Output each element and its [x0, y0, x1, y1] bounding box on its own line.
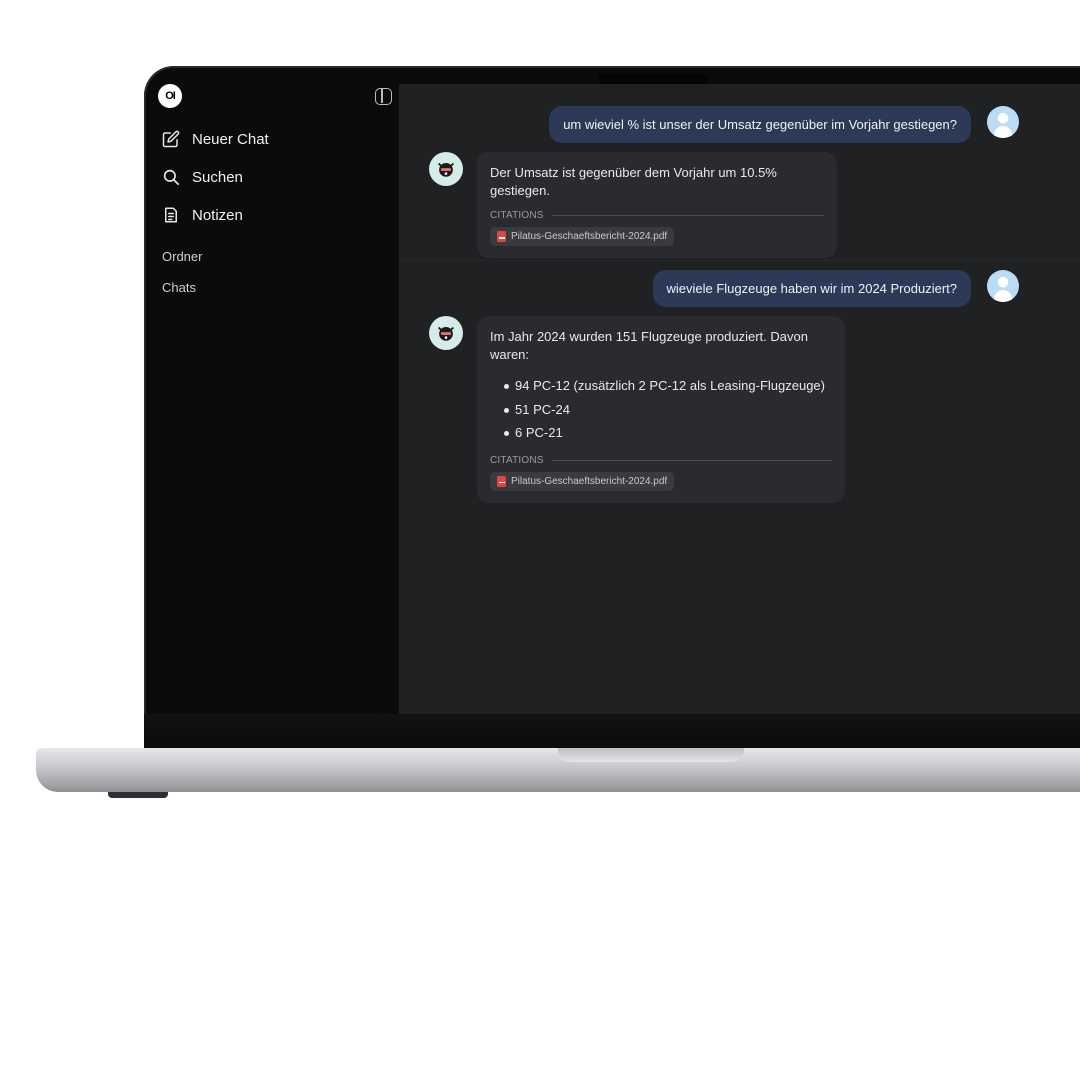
list-item: 6 PC-21	[490, 421, 832, 445]
sidebar-item-label: Suchen	[192, 168, 243, 186]
message-divider	[399, 260, 1080, 261]
app-screen: OI Neuer Chat Suchen Notizen Ordner Chat…	[158, 84, 1080, 714]
screen-bezel-bottom	[144, 714, 1080, 750]
user-avatar[interactable]	[987, 106, 1019, 138]
bot-face-icon	[438, 162, 454, 177]
section-chats[interactable]: Chats	[162, 280, 196, 295]
citations-header: CITATIONS	[490, 210, 824, 221]
assistant-avatar	[429, 316, 463, 350]
sidebar: OI Neuer Chat Suchen Notizen Ordner Chat…	[158, 84, 399, 714]
bot-face-icon	[438, 326, 454, 341]
user-avatar[interactable]	[987, 270, 1019, 302]
assistant-message: Der Umsatz ist gegenüber dem Vorjahr um …	[477, 152, 837, 258]
citations-label: CITATIONS	[490, 454, 544, 466]
list-item: 94 PC-12 (zusätzlich 2 PC-12 als Leasing…	[490, 374, 832, 398]
citations-header: CITATIONS	[490, 455, 832, 466]
assistant-message-text: Im Jahr 2024 wurden 151 Flugzeuge produz…	[490, 329, 808, 362]
sidebar-item-label: Notizen	[192, 206, 243, 224]
citation-chip[interactable]: Pilatus-Geschaeftsbericht-2024.pdf	[490, 227, 675, 246]
app-logo[interactable]: OI	[158, 84, 182, 108]
sidebar-item-label: Neuer Chat	[192, 130, 269, 148]
citations-label: CITATIONS	[490, 210, 544, 221]
sidebar-item-new-chat[interactable]: Neuer Chat	[162, 126, 269, 152]
notes-icon	[162, 206, 180, 224]
assistant-message-text: Der Umsatz ist gegenüber dem Vorjahr um …	[490, 165, 777, 198]
section-folders[interactable]: Ordner	[162, 249, 202, 264]
citation-filename: Pilatus-Geschaeftsbericht-2024.pdf	[511, 475, 668, 487]
laptop-base-notch	[558, 748, 744, 762]
user-message: wieviele Flugzeuge haben wir im 2024 Pro…	[652, 270, 971, 307]
pdf-file-icon	[497, 231, 506, 242]
user-message: um wieviel % ist unser der Umsatz gegenü…	[549, 106, 971, 143]
sidebar-item-search[interactable]: Suchen	[162, 164, 243, 190]
citations-divider	[551, 215, 824, 216]
citation-filename: Pilatus-Geschaeftsbericht-2024.pdf	[511, 231, 668, 242]
sidebar-item-notes[interactable]: Notizen	[162, 202, 243, 228]
pdf-file-icon	[497, 475, 506, 487]
sidebar-toggle-icon[interactable]	[375, 88, 392, 105]
assistant-message: Im Jahr 2024 wurden 151 Flugzeuge produz…	[477, 316, 845, 503]
list-item: 51 PC-24	[490, 398, 832, 422]
assistant-bullet-list: 94 PC-12 (zusätzlich 2 PC-12 als Leasing…	[490, 374, 832, 445]
edit-icon	[162, 130, 180, 148]
chat-area: um wieviel % ist unser der Umsatz gegenü…	[399, 84, 1080, 714]
assistant-avatar	[429, 152, 463, 186]
citations-divider	[551, 459, 832, 461]
citation-chip[interactable]: Pilatus-Geschaeftsbericht-2024.pdf	[490, 471, 675, 491]
laptop-foot	[108, 792, 168, 798]
search-icon	[162, 168, 180, 186]
